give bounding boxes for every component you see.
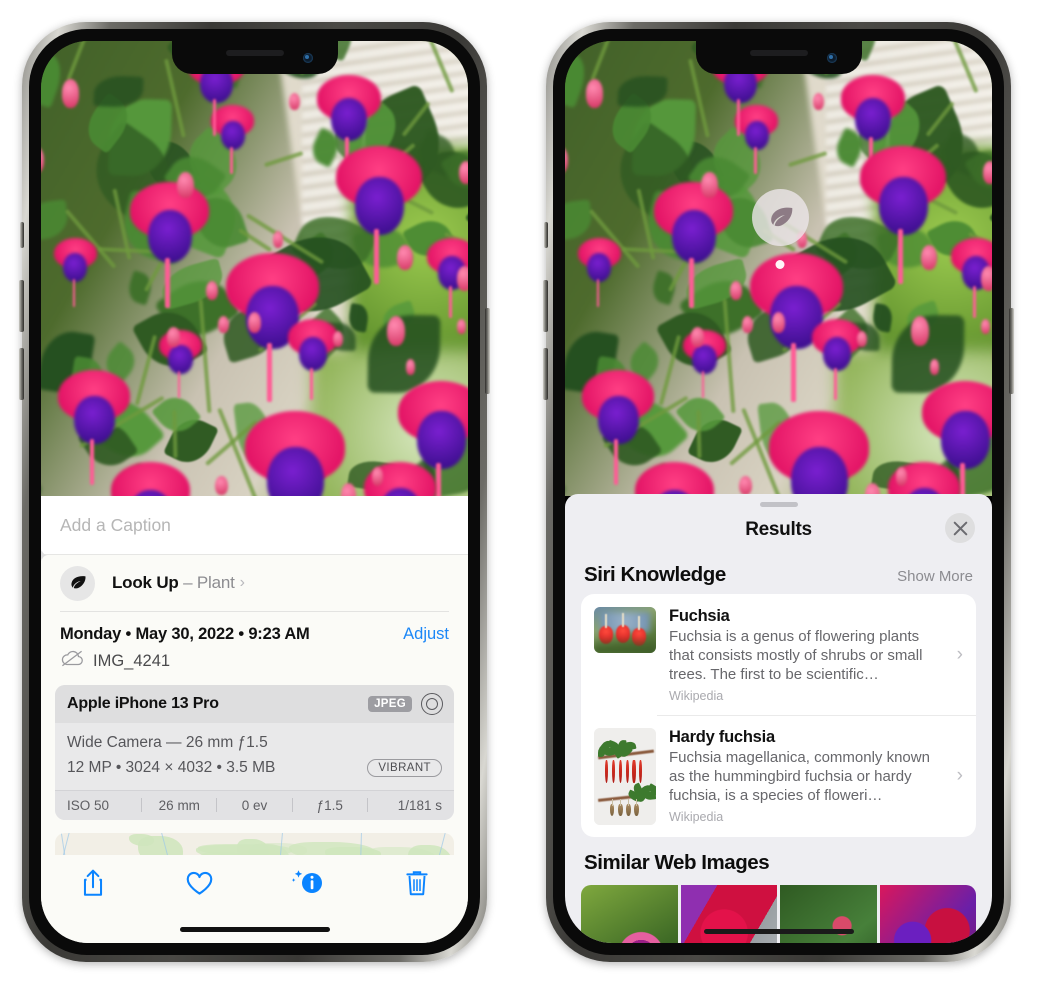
icloud-slash-icon [60, 650, 84, 672]
front-camera-icon [302, 53, 313, 63]
camera-card-header: Apple iPhone 13 Pro JPEG [55, 685, 454, 723]
camera-device-name: Apple iPhone 13 Pro [67, 695, 219, 712]
exif-row: ISO 50 26 mm 0 ev ƒ1.5 1/181 s [55, 789, 454, 820]
home-indicator[interactable] [179, 927, 330, 932]
similar-image-thumbnail[interactable] [879, 885, 976, 943]
volume-up-button[interactable] [543, 280, 548, 332]
front-camera-icon [826, 53, 837, 63]
format-badge: JPEG [368, 696, 412, 712]
siri-knowledge-card: Fuchsia Fuchsia is a genus of flowering … [581, 594, 976, 838]
right-phone-screen: Results Siri Knowledge Show More Fuchsia… [565, 41, 992, 943]
result-source: Wikipedia [669, 810, 724, 825]
photo-viewer[interactable] [41, 41, 468, 496]
siri-knowledge-header: Siri Knowledge Show More [565, 553, 992, 594]
caption-placeholder[interactable]: Add a Caption [60, 515, 171, 536]
share-icon[interactable] [80, 868, 106, 898]
list-item[interactable]: Hardy fuchsia Fuchsia magellanica, commo… [581, 715, 976, 837]
right-iphone-frame: Results Siri Knowledge Show More Fuchsia… [543, 22, 1014, 962]
photo-date: Monday • May 30, 2022 • 9:23 AM [60, 625, 310, 643]
photo-toolbar [41, 855, 468, 943]
result-title: Fuchsia [669, 607, 730, 625]
power-button[interactable] [485, 308, 490, 394]
results-sheet: Results Siri Knowledge Show More Fuchsia… [565, 494, 992, 943]
result-description: Fuchsia is a genus of flowering plants t… [669, 628, 923, 684]
chevron-right-icon: › [956, 643, 963, 665]
section-title: Siri Knowledge [584, 563, 726, 586]
left-phone-bezel: Add a Caption ✦ ✦ Look Up – Plant › Mo [29, 29, 480, 955]
exif-aperture: ƒ1.5 [316, 797, 343, 813]
show-more-button[interactable]: Show More [897, 568, 973, 585]
volume-up-button[interactable] [19, 280, 24, 332]
result-description: Fuchsia magellanica, commonly known as t… [669, 749, 930, 805]
earpiece-speaker [225, 50, 284, 56]
similar-web-images-grid [581, 885, 976, 943]
caption-field-row[interactable]: Add a Caption [41, 496, 468, 555]
camera-lens-line: Wide Camera — 26 mm ƒ1.5 [67, 734, 268, 751]
exif-ev: 0 ev [241, 797, 268, 813]
leaf-icon [60, 565, 95, 601]
mute-switch[interactable] [20, 222, 24, 248]
result-thumbnail [594, 728, 656, 826]
results-header: Results [565, 507, 992, 553]
photo-filename: IMG_4241 [93, 651, 171, 670]
exif-iso: ISO 50 [67, 797, 110, 813]
similar-image-thumbnail[interactable] [581, 885, 678, 943]
section-title: Similar Web Images [584, 851, 770, 875]
look-up-row[interactable]: ✦ ✦ Look Up – Plant › [41, 548, 468, 611]
left-iphone-frame: Add a Caption ✦ ✦ Look Up – Plant › Mo [19, 22, 490, 962]
similar-web-images-header: Similar Web Images [565, 837, 992, 879]
left-phone-screen: Add a Caption ✦ ✦ Look Up – Plant › Mo [41, 41, 468, 943]
similar-image-thumbnail[interactable] [680, 885, 777, 943]
exif-shutter: 1/181 s [397, 797, 443, 813]
photographic-style-badge: VIBRANT [367, 759, 442, 778]
exif-focal: 26 mm [158, 797, 200, 813]
camera-info-card[interactable]: Apple iPhone 13 Pro JPEG Wide Camera — 2… [55, 685, 454, 820]
camera-spec-line: 12 MP • 3024 × 4032 • 3.5 MB [67, 758, 276, 776]
result-source: Wikipedia [669, 689, 724, 704]
lens-icon [421, 693, 443, 715]
mute-switch[interactable] [544, 222, 548, 248]
visual-lookup-anchor-dot [775, 260, 785, 269]
photo-metadata: Monday • May 30, 2022 • 9:23 AM Adjust I… [41, 612, 468, 672]
power-button[interactable] [1009, 308, 1014, 394]
notch [171, 41, 338, 74]
chevron-right-icon: › [239, 574, 245, 591]
home-indicator[interactable] [703, 929, 854, 934]
trash-icon[interactable] [405, 869, 429, 898]
close-icon[interactable] [945, 513, 975, 543]
visual-lookup-badge[interactable] [752, 189, 809, 246]
photo-viewer[interactable] [565, 41, 992, 496]
similar-image-thumbnail[interactable] [780, 885, 877, 943]
chevron-right-icon: › [956, 765, 963, 787]
volume-down-button[interactable] [19, 348, 24, 400]
volume-down-button[interactable] [543, 348, 548, 400]
look-up-label: Look Up – Plant [112, 573, 235, 592]
page-title: Results [745, 519, 812, 540]
result-thumbnail [594, 607, 656, 653]
adjust-button[interactable]: Adjust [403, 625, 449, 644]
earpiece-speaker [749, 50, 808, 56]
right-phone-bezel: Results Siri Knowledge Show More Fuchsia… [553, 29, 1004, 955]
camera-card-body: Wide Camera — 26 mm ƒ1.5 12 MP • 3024 × … [55, 723, 454, 790]
heart-icon[interactable] [185, 870, 214, 897]
list-item[interactable]: Fuchsia Fuchsia is a genus of flowering … [581, 594, 976, 715]
notch [695, 41, 862, 74]
info-sparkle-icon[interactable] [292, 868, 326, 898]
result-title: Hardy fuchsia [669, 728, 775, 747]
